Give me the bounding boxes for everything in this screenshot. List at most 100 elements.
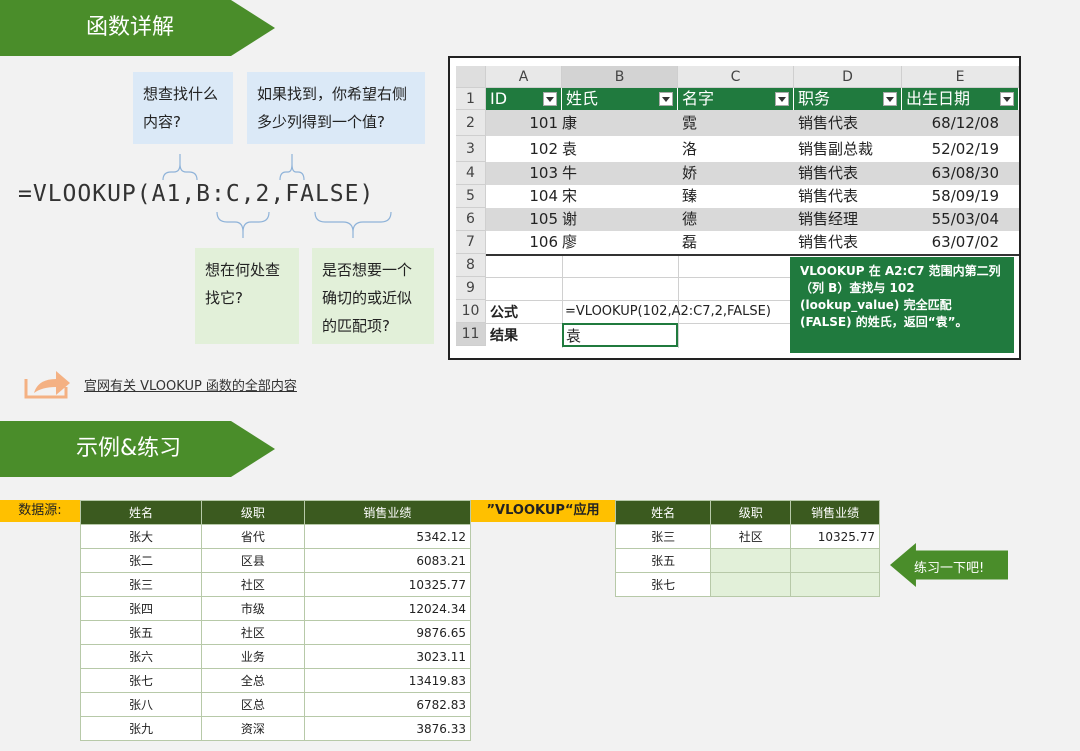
excel-cell[interactable]: 娇	[678, 162, 794, 185]
excel-cell[interactable]: 康	[562, 110, 678, 136]
excel-cell[interactable]: 销售经理	[794, 208, 902, 231]
result-cell[interactable]: 袁	[562, 323, 678, 347]
excel-cell[interactable]: 105	[486, 208, 562, 231]
table-cell[interactable]: 张七	[79, 668, 203, 693]
excel-cell[interactable]: 洛	[678, 136, 794, 162]
col-header-b: B	[562, 66, 678, 88]
table-cell[interactable]: 张四	[79, 596, 203, 621]
col-header-d: D	[794, 66, 902, 88]
excel-cell[interactable]: 106	[486, 231, 562, 254]
table-row: 张五 社区 9876.65	[79, 620, 472, 645]
table-cell[interactable]: 5342.12	[303, 524, 472, 549]
excel-cell[interactable]: 102	[486, 136, 562, 162]
table-cell[interactable]: 全总	[201, 668, 305, 693]
table-cell[interactable]	[710, 572, 792, 597]
table-cell[interactable]: 张五	[79, 620, 203, 645]
table-cell[interactable]: 省代	[201, 524, 305, 549]
official-link-text[interactable]: 官网有关 VLOOKUP 函数的全部内容	[84, 375, 297, 394]
excel-cell[interactable]: 104	[486, 185, 562, 208]
excel-cell[interactable]: 袁	[562, 136, 678, 162]
col-header: 销售业绩	[790, 500, 880, 525]
table-header-lastname[interactable]: 姓氏	[562, 88, 678, 110]
official-link[interactable]: 官网有关 VLOOKUP 函数的全部内容	[24, 367, 297, 403]
excel-cell[interactable]: 谢	[562, 208, 678, 231]
row-header: 9	[456, 277, 486, 300]
table-cell[interactable]: 社区	[201, 620, 305, 645]
grid-line	[486, 300, 790, 301]
table-header-title[interactable]: 职务	[794, 88, 902, 110]
excel-cell[interactable]: 德	[678, 208, 794, 231]
excel-cell[interactable]: 52/02/19	[902, 136, 1019, 162]
filter-dropdown-icon[interactable]	[883, 92, 897, 106]
table-header-id[interactable]: ID	[486, 88, 562, 110]
filter-dropdown-icon[interactable]	[775, 92, 789, 106]
table-cell[interactable]: 张六	[79, 644, 203, 669]
filter-dropdown-icon[interactable]	[1000, 92, 1014, 106]
excel-cell[interactable]: 销售代表	[794, 162, 902, 185]
table-row: 张七	[614, 572, 880, 597]
share-arrow-icon	[24, 371, 70, 399]
table-cell[interactable]: 业务	[201, 644, 305, 669]
table-cell[interactable]: 13419.83	[303, 668, 472, 693]
col-header-a: A	[486, 66, 562, 88]
row-header: 4	[456, 162, 486, 185]
table-cell[interactable]: 6083.21	[303, 548, 472, 573]
excel-cell[interactable]: 63/08/30	[902, 162, 1019, 185]
practice-text: 练习一下吧!	[914, 561, 985, 576]
table-cell[interactable]: 10325.77	[790, 524, 880, 549]
excel-cell[interactable]: 58/09/19	[902, 185, 1019, 208]
excel-cell[interactable]: 霓	[678, 110, 794, 136]
table-cell[interactable]: 区总	[201, 692, 305, 717]
table-cell[interactable]: 3023.11	[303, 644, 472, 669]
excel-cell[interactable]: 68/12/08	[902, 110, 1019, 136]
table-cell[interactable]: 张五	[614, 548, 712, 573]
table-cell[interactable]: 张三	[79, 572, 203, 597]
table-row: 张七 全总 13419.83	[79, 668, 472, 693]
table-cell[interactable]	[790, 548, 880, 573]
formula-cell[interactable]: =VLOOKUP(102,A2:C7,2,FALSE)	[565, 304, 771, 319]
excel-cell[interactable]: 销售代表	[794, 231, 902, 254]
excel-cell[interactable]: 磊	[678, 231, 794, 254]
table-cell[interactable]: 3876.33	[303, 716, 472, 741]
row-header: 7	[456, 231, 486, 254]
table-cell[interactable]: 社区	[710, 524, 792, 549]
table-cell[interactable]: 资深	[201, 716, 305, 741]
excel-cell[interactable]: 销售副总裁	[794, 136, 902, 162]
excel-cell[interactable]: 101	[486, 110, 562, 136]
excel-cell[interactable]: 销售代表	[794, 110, 902, 136]
row-header: 1	[456, 88, 486, 110]
excel-cell[interactable]: 牛	[562, 162, 678, 185]
excel-cell[interactable]: 销售代表	[794, 185, 902, 208]
excel-cell[interactable]: 103	[486, 162, 562, 185]
excel-cell[interactable]: 63/07/02	[902, 231, 1019, 254]
table-header-firstname[interactable]: 名字	[678, 88, 794, 110]
apply-label: ”VLOOKUP“应用	[471, 500, 615, 522]
table-cell[interactable]: 10325.77	[303, 572, 472, 597]
table-cell[interactable]: 张七	[614, 572, 712, 597]
table-cell[interactable]: 社区	[201, 572, 305, 597]
table-cell[interactable]: 6782.83	[303, 692, 472, 717]
table-header-birthdate[interactable]: 出生日期	[902, 88, 1019, 110]
callout-range-lookup: 是否想要一个确切的或近似的匹配项?	[312, 248, 434, 344]
row-header: 8	[456, 254, 486, 277]
table-cell[interactable]: 张二	[79, 548, 203, 573]
table-cell[interactable]: 张大	[79, 524, 203, 549]
table-row: 张八 区总 6782.83	[79, 692, 472, 717]
table-cell[interactable]	[790, 572, 880, 597]
table-cell[interactable]: 9876.65	[303, 620, 472, 645]
filter-dropdown-icon[interactable]	[543, 92, 557, 106]
corner-cell	[456, 66, 486, 88]
excel-cell[interactable]: 宋	[562, 185, 678, 208]
table-cell[interactable]: 市级	[201, 596, 305, 621]
excel-cell[interactable]: 55/03/04	[902, 208, 1019, 231]
excel-cell[interactable]: 廖	[562, 231, 678, 254]
filter-dropdown-icon[interactable]	[659, 92, 673, 106]
table-cell[interactable]: 区县	[201, 548, 305, 573]
table-cell[interactable]: 张八	[79, 692, 203, 717]
table-cell[interactable]	[710, 548, 792, 573]
table-cell[interactable]: 张三	[614, 524, 712, 549]
excel-cell[interactable]: 臻	[678, 185, 794, 208]
row-header: 6	[456, 208, 486, 231]
table-cell[interactable]: 12024.34	[303, 596, 472, 621]
table-cell[interactable]: 张九	[79, 716, 203, 741]
